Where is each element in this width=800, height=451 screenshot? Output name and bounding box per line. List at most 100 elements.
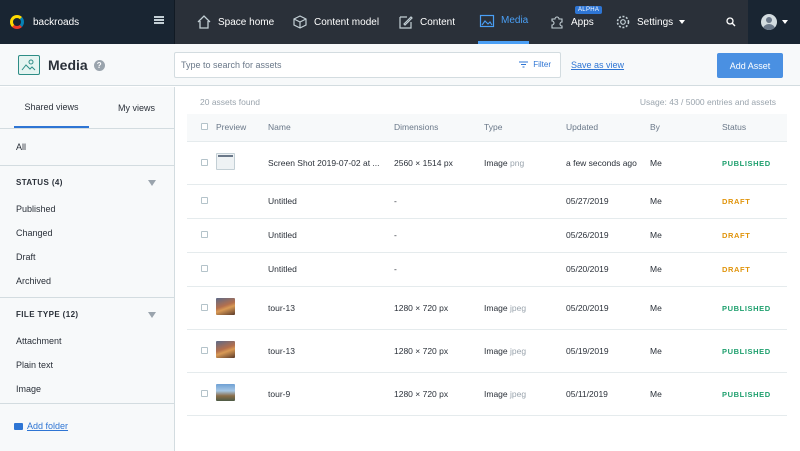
sidebar-item-all[interactable]: All [0,129,174,165]
add-asset-button[interactable]: Add Asset [717,53,783,78]
asset-name[interactable]: Untitled [268,184,394,219]
asset-thumbnail[interactable] [216,298,235,315]
save-as-view-link[interactable]: Save as view [571,60,624,70]
table-row[interactable]: Screen Shot 2019-07-02 at ... 2560 × 1514… [187,141,787,185]
tab-my-views[interactable]: My views [99,87,174,128]
puzzle-icon [551,16,563,29]
nav-apps[interactable]: Apps ALPHA [549,0,603,44]
asset-name[interactable]: Screen Shot 2019-07-02 at ... [268,141,394,185]
file-type-section-header[interactable]: FILE TYPE (12) [0,297,174,331]
media-library-icon [18,55,40,75]
table-header-row: Preview Name Dimensions Type Updated By … [187,114,787,142]
asset-updated: 05/19/2019 [566,329,650,373]
preview-cell [216,141,268,185]
column-updated[interactable]: Updated [566,114,650,142]
asset-extension: jpeg [510,388,527,399]
table-row[interactable]: tour-13 1280 × 720 px Image jpeg 05/20/2019… [187,286,787,330]
nav-settings[interactable]: Settings [615,0,686,44]
asset-thumbnail[interactable] [216,384,235,401]
folder-plus-icon [14,422,23,430]
sidebar-item-draft[interactable]: Draft [0,245,174,269]
space-switcher[interactable]: backroads [0,0,175,44]
row-checkbox[interactable] [201,231,208,238]
sidebar-item-archived[interactable]: Archived [0,269,174,293]
row-checkbox[interactable] [201,265,208,272]
filter-button[interactable]: Filter [519,60,551,69]
asset-thumbnail[interactable] [216,341,235,358]
chevron-down-icon [781,20,788,24]
table-row[interactable]: Untitled - 05/26/2019 Me DRAFT [187,218,787,253]
nav-content[interactable]: Content [398,0,455,44]
row-checkbox[interactable] [201,303,208,311]
gear-icon [616,15,630,29]
collapse-icon[interactable] [148,180,156,186]
sidebar-item-published[interactable]: Published [0,197,174,221]
row-checkbox[interactable] [201,158,208,166]
account-menu[interactable] [748,0,800,44]
nav-space-home[interactable]: Space home [196,0,274,44]
asset-type: Image [484,157,508,168]
status-badge: DRAFT [722,197,751,206]
row-checkbox[interactable] [201,346,208,354]
asset-dimensions: - [394,184,484,219]
search-icon [726,17,736,27]
asset-author: Me [650,218,722,253]
asset-dimensions: - [394,252,484,287]
asset-name[interactable]: tour-9 [268,372,394,416]
asset-author: Me [650,252,722,287]
add-folder-link[interactable]: Add folder [14,421,68,431]
asset-name[interactable]: Untitled [268,252,394,287]
sidebar-item-plain-text[interactable]: Plain text [0,353,174,377]
select-all-checkbox[interactable] [201,123,208,131]
asset-extension: png [510,157,525,168]
table-row[interactable]: tour-13 1280 × 720 px Image jpeg 05/19/2019… [187,329,787,373]
sidebar-item-changed[interactable]: Changed [0,221,174,245]
asset-type-cell: Image jpeg [484,329,566,373]
nav-label: Apps [571,16,594,28]
asset-thumbnail[interactable] [216,153,235,170]
asset-table: Preview Name Dimensions Type Updated By … [187,114,787,416]
cube-icon [293,15,307,29]
preview-cell [216,372,268,416]
asset-dimensions: - [394,218,484,253]
nav-label: Content [420,16,456,28]
column-name[interactable]: Name [268,114,394,142]
asset-type-cell [484,252,566,287]
avatar [760,14,777,30]
status-badge: PUBLISHED [722,346,771,356]
search-input[interactable] [181,60,481,70]
asset-author: Me [650,372,722,416]
nav-media[interactable]: Media [478,0,530,44]
status-badge: PUBLISHED [722,389,771,399]
table-row[interactable]: Untitled - 05/27/2019 Me DRAFT [187,184,787,219]
add-folder-label: Add folder [27,421,69,431]
column-dimensions: Dimensions [394,114,484,142]
file-type-heading: FILE TYPE (12) [16,310,79,319]
menu-icon[interactable] [154,16,164,24]
global-search-button[interactable] [718,0,744,44]
asset-extension: jpeg [510,345,527,356]
row-checkbox[interactable] [201,389,208,397]
asset-name[interactable]: tour-13 [268,329,394,373]
asset-name[interactable]: Untitled [268,218,394,253]
help-icon[interactable]: ? [93,59,105,71]
table-row[interactable]: Untitled - 05/20/2019 Me DRAFT [187,252,787,287]
nav-content-model[interactable]: Content model [292,0,379,44]
asset-count: 20 assets found [200,97,261,107]
table-row[interactable]: tour-9 1280 × 720 px Image jpeg 05/11/2019 M… [187,372,787,416]
asset-name[interactable]: tour-13 [268,286,394,330]
sidebar-item-image[interactable]: Image [0,377,174,401]
edit-icon [399,16,413,29]
status-section-header[interactable]: STATUS (4) [0,165,174,199]
media-icon [479,14,495,27]
asset-author: Me [650,286,722,330]
asset-type: Image [484,388,508,399]
asset-author: Me [650,184,722,219]
collapse-icon[interactable] [148,312,156,318]
asset-type: Image [484,345,508,356]
row-checkbox[interactable] [201,197,208,204]
asset-type: Image [484,302,508,313]
contentful-logo-icon [10,15,24,29]
sidebar-item-attachment[interactable]: Attachment [0,329,174,353]
tab-shared-views[interactable]: Shared views [14,87,89,128]
